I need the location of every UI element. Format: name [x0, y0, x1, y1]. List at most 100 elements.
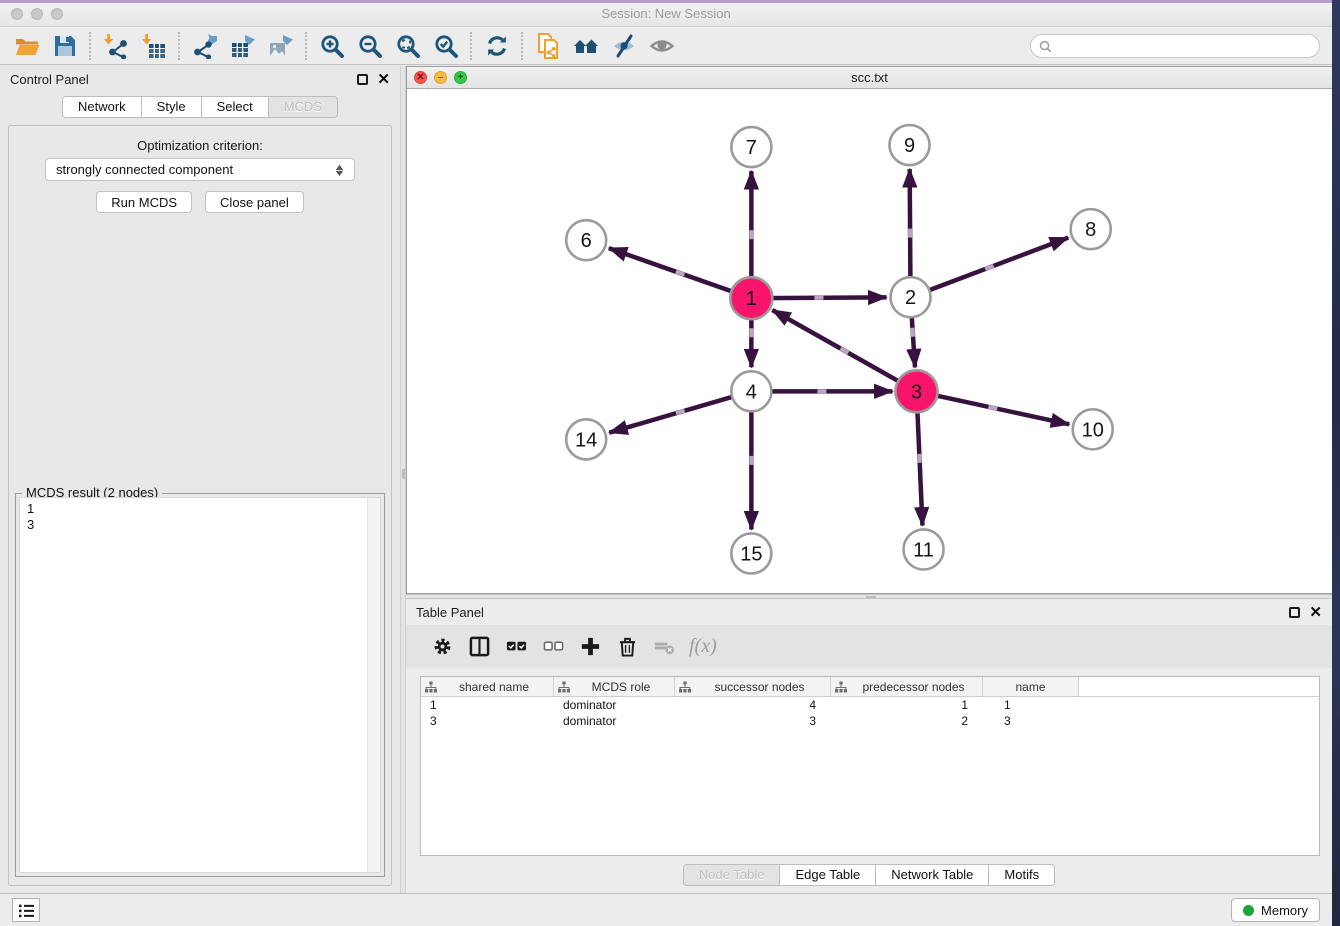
- main-toolbar: [0, 27, 1332, 65]
- import-network-button[interactable]: [97, 30, 135, 62]
- status-bar: Memory: [0, 893, 1332, 926]
- window-top-accent: [0, 0, 1332, 3]
- mcds-result-text: 1 3: [20, 498, 380, 536]
- tab-node-table[interactable]: Node Table: [683, 864, 781, 886]
- edge-handle: [817, 389, 826, 393]
- delete-table-button[interactable]: [646, 630, 683, 664]
- splitter-grip: [866, 596, 876, 598]
- mcds-result-area[interactable]: 1 3: [19, 497, 381, 873]
- edge-handle: [910, 328, 915, 337]
- minimize-view-button[interactable]: –: [434, 71, 447, 84]
- hide-selected-button[interactable]: [605, 30, 643, 62]
- plus-icon: [580, 636, 601, 657]
- task-history-button[interactable]: [12, 898, 40, 922]
- float-panel-icon[interactable]: [357, 74, 368, 85]
- table-tabs: Node Table Edge Table Network Table Moti…: [406, 864, 1332, 886]
- trash-icon: [617, 636, 638, 657]
- result-scrollbar[interactable]: [367, 498, 380, 872]
- duplicate-network-button[interactable]: [529, 30, 567, 62]
- run-mcds-button[interactable]: Run MCDS: [96, 191, 192, 213]
- table-header-filler: [1079, 677, 1319, 697]
- close-panel-icon[interactable]: ✕: [1309, 607, 1322, 618]
- edge-handle: [917, 454, 921, 463]
- mcds-tab-pane: Optimization criterion: strongly connect…: [8, 125, 392, 886]
- eye-slash-icon: [611, 33, 637, 59]
- tab-mcds[interactable]: MCDS: [269, 96, 338, 118]
- criterion-select[interactable]: strongly connected component ▲▼: [45, 158, 355, 181]
- function-builder-button[interactable]: f(x): [683, 635, 717, 658]
- tab-motifs[interactable]: Motifs: [989, 864, 1055, 886]
- right-column: ✕ – + scc.txt 7968124314101511 Table Pan…: [406, 66, 1332, 893]
- column-header-MCDS-role[interactable]: MCDS role: [554, 677, 675, 697]
- table-settings-button[interactable]: [424, 630, 461, 664]
- open-session-button[interactable]: [8, 30, 46, 62]
- cell-predecessor-nodes: 2: [831, 713, 983, 729]
- show-hidden-button[interactable]: [643, 30, 681, 62]
- float-panel-icon[interactable]: [1289, 607, 1300, 618]
- close-panel-button[interactable]: Close panel: [205, 191, 304, 213]
- column-hierarchy-icon: [425, 681, 437, 693]
- graph-node-label: 6: [581, 230, 592, 252]
- edge-handle: [749, 456, 753, 465]
- column-header-name[interactable]: name: [983, 677, 1079, 697]
- table-toolbar: f(x): [406, 625, 1332, 668]
- search-field[interactable]: [1030, 34, 1320, 58]
- network-canvas[interactable]: 7968124314101511: [407, 89, 1332, 593]
- graph-node-label: 8: [1085, 219, 1096, 241]
- column-header-successor-nodes[interactable]: successor nodes: [675, 677, 831, 697]
- network-graph[interactable]: 7968124314101511: [407, 89, 1332, 593]
- close-window-button[interactable]: [11, 8, 23, 20]
- zoom-in-button[interactable]: [313, 30, 351, 62]
- tab-network[interactable]: Network: [62, 96, 142, 118]
- zoom-out-button[interactable]: [351, 30, 389, 62]
- select-all-columns-button[interactable]: [498, 630, 535, 664]
- graph-node-label: 4: [746, 381, 757, 403]
- tab-network-table[interactable]: Network Table: [876, 864, 989, 886]
- delete-column-button[interactable]: [609, 630, 646, 664]
- memory-button[interactable]: Memory: [1231, 898, 1320, 922]
- table-row[interactable]: 3dominator323: [421, 713, 1319, 729]
- workspace: Control Panel ✕ Network Style Select MCD…: [0, 66, 1332, 893]
- column-header-label: shared name: [439, 680, 549, 694]
- edge-handle: [749, 328, 753, 337]
- column-hierarchy-icon: [558, 681, 570, 693]
- column-header-predecessor-nodes[interactable]: predecessor nodes: [831, 677, 983, 697]
- tab-edge-table[interactable]: Edge Table: [780, 864, 876, 886]
- control-panel: Control Panel ✕ Network Style Select MCD…: [0, 66, 400, 893]
- network-window-controls: ✕ – +: [414, 71, 467, 84]
- desktop-background: [1332, 0, 1340, 926]
- deselect-all-columns-button[interactable]: [535, 630, 572, 664]
- duplicate-network-icon: [535, 33, 561, 59]
- export-table-button[interactable]: [224, 30, 262, 62]
- show-all-button[interactable]: [567, 30, 605, 62]
- refresh-view-button[interactable]: [478, 30, 516, 62]
- save-session-button[interactable]: [46, 30, 84, 62]
- fit-content-button[interactable]: [389, 30, 427, 62]
- zoom-selected-button[interactable]: [427, 30, 465, 62]
- graph-node-label: 11: [913, 539, 934, 561]
- export-image-button[interactable]: [262, 30, 300, 62]
- zoom-out-icon: [357, 33, 383, 59]
- import-table-button[interactable]: [135, 30, 173, 62]
- add-column-button[interactable]: [572, 630, 609, 664]
- control-panel-title: Control Panel: [10, 72, 89, 87]
- maximize-view-button[interactable]: +: [454, 71, 467, 84]
- window-controls: [11, 8, 63, 20]
- table-row[interactable]: 1dominator411: [421, 697, 1319, 713]
- zoom-window-button[interactable]: [51, 8, 63, 20]
- export-network-button[interactable]: [186, 30, 224, 62]
- tab-select[interactable]: Select: [202, 96, 269, 118]
- column-header-label: name: [987, 680, 1074, 694]
- toggle-column-view-button[interactable]: [461, 630, 498, 664]
- table-body: 1dominator4113dominator323: [421, 697, 1319, 729]
- search-input[interactable]: [1057, 38, 1311, 55]
- edge-handle: [988, 405, 998, 411]
- column-header-shared-name[interactable]: shared name: [421, 677, 554, 697]
- close-panel-icon[interactable]: ✕: [377, 74, 390, 85]
- close-view-button[interactable]: ✕: [414, 71, 427, 84]
- network-window-titlebar: ✕ – + scc.txt: [407, 67, 1332, 89]
- columns-icon: [469, 636, 490, 657]
- minimize-window-button[interactable]: [31, 8, 43, 20]
- tab-style[interactable]: Style: [142, 96, 202, 118]
- gear-icon: [432, 636, 453, 657]
